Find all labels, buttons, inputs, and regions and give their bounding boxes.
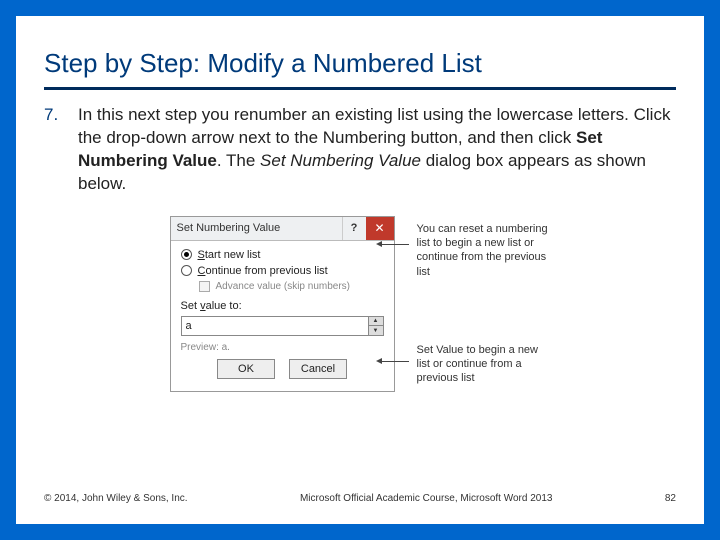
slide: Step by Step: Modify a Numbered List 7. … (16, 16, 704, 524)
figure: Set Numbering Value ? ✕ Start new list C… (44, 216, 676, 392)
spinner-value: a (182, 317, 368, 335)
radio-icon (181, 249, 192, 260)
step-text-mid: . The (217, 151, 260, 170)
slide-body: 7. In this next step you renumber an exi… (44, 104, 676, 504)
arrow-icon (381, 244, 409, 245)
callout-text: You can reset a numbering list to begin … (417, 223, 548, 278)
advance-value-checkbox[interactable]: Advance value (skip numbers) (199, 281, 384, 292)
step-item: 7. In this next step you renumber an exi… (44, 104, 676, 196)
spinner-buttons[interactable]: ▲ ▼ (368, 317, 383, 335)
step-text-italic: Set Numbering Value (260, 151, 421, 170)
footer-right: 82 (665, 493, 676, 504)
dialog-body: Start new list Continue from previous li… (171, 241, 394, 391)
checkbox-label: Advance value (skip numbers) (216, 281, 351, 292)
radio-label: Continue from previous list (198, 265, 328, 277)
step-text: In this next step you renumber an existi… (78, 104, 676, 196)
callout-text: Set Value to begin a new list or continu… (417, 344, 539, 385)
radio-label: Start new list (198, 249, 261, 261)
callout-top: You can reset a numbering list to begin … (411, 222, 551, 279)
dialog-titlebar: Set Numbering Value ? ✕ (171, 217, 394, 241)
footer-left: © 2014, John Wiley & Sons, Inc. (44, 493, 188, 504)
footer-center: Microsoft Official Academic Course, Micr… (188, 493, 665, 504)
help-button[interactable]: ? (342, 217, 366, 240)
spinner-down-icon[interactable]: ▼ (369, 326, 383, 335)
page-title: Step by Step: Modify a Numbered List (44, 48, 676, 90)
callouts: You can reset a numbering list to begin … (411, 216, 551, 392)
start-new-list-radio[interactable]: Start new list (181, 249, 384, 261)
arrow-icon (381, 361, 409, 362)
callout-bottom: Set Value to begin a new list or continu… (411, 343, 551, 386)
spinner-up-icon[interactable]: ▲ (369, 317, 383, 327)
preview-label: Preview: a. (181, 342, 384, 353)
radio-icon (181, 265, 192, 276)
set-value-label: Set value to: (181, 300, 384, 312)
step-number: 7. (44, 104, 66, 127)
cancel-button[interactable]: Cancel (289, 359, 347, 379)
close-button[interactable]: ✕ (366, 217, 394, 240)
dialog-title: Set Numbering Value (171, 217, 342, 240)
checkbox-icon (199, 281, 210, 292)
slide-footer: © 2014, John Wiley & Sons, Inc. Microsof… (44, 493, 676, 504)
ok-button[interactable]: OK (217, 359, 275, 379)
set-numbering-value-dialog: Set Numbering Value ? ✕ Start new list C… (170, 216, 395, 392)
set-value-spinner[interactable]: a ▲ ▼ (181, 316, 384, 336)
continue-previous-radio[interactable]: Continue from previous list (181, 265, 384, 277)
dialog-footer: OK Cancel (181, 359, 384, 381)
